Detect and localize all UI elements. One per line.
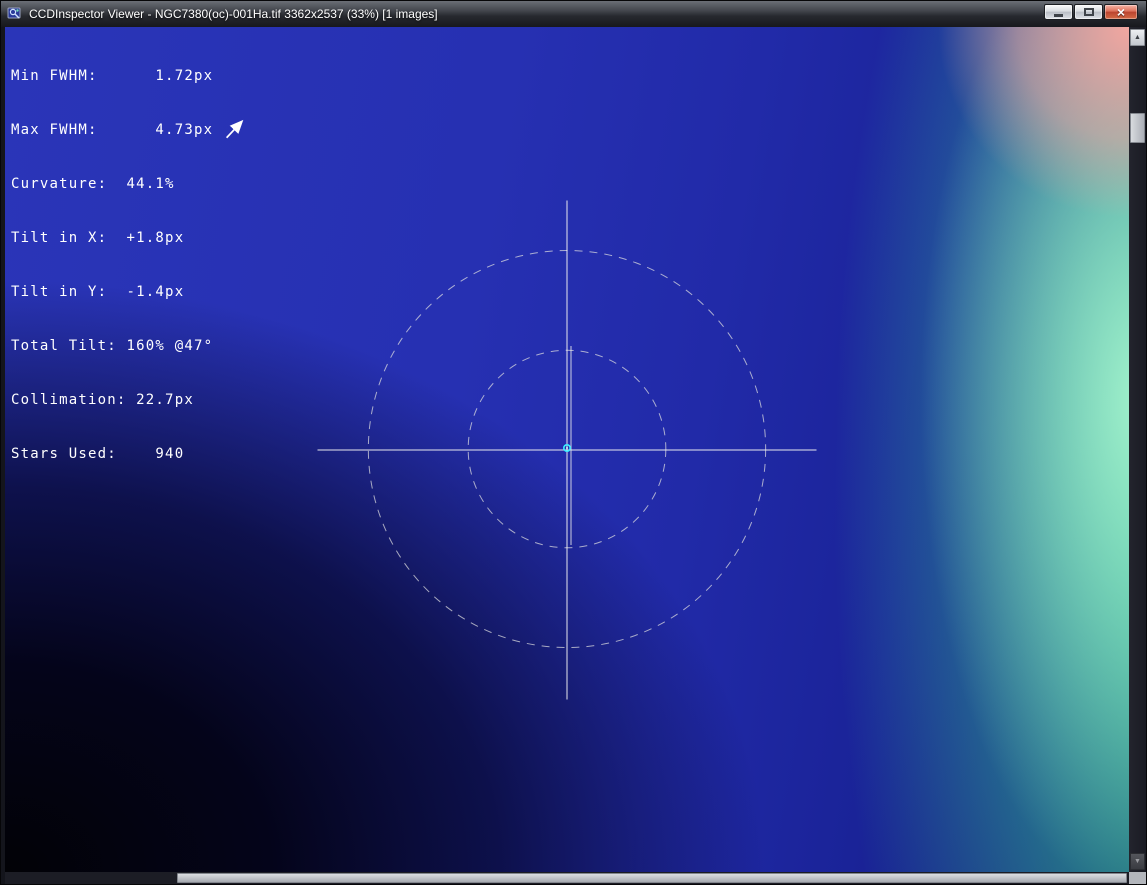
close-button[interactable]: × xyxy=(1104,4,1138,20)
close-icon: × xyxy=(1116,4,1126,20)
stat-curvature: Curvature: 44.1% xyxy=(11,176,175,192)
stat-total-tilt: Total Tilt: 160% @47° xyxy=(11,338,214,354)
maximize-button[interactable] xyxy=(1074,4,1103,20)
scroll-up-icon: ▲ xyxy=(1134,34,1141,41)
scrollbar-corner xyxy=(1129,872,1146,884)
app-window: CCDInspector Viewer - NGC7380(oc)-001Ha.… xyxy=(0,0,1147,885)
stat-collimation: Collimation: 22.7px xyxy=(11,392,194,408)
stat-tilt-y: Tilt in Y: -1.4px xyxy=(11,284,185,300)
titlebar[interactable]: CCDInspector Viewer - NGC7380(oc)-001Ha.… xyxy=(1,1,1146,27)
vertical-scrollbar[interactable]: ▲ ▼ xyxy=(1129,27,1146,872)
minimize-icon xyxy=(1054,13,1063,17)
scroll-down-button[interactable]: ▼ xyxy=(1130,853,1145,870)
horizontal-scrollbar[interactable] xyxy=(5,872,1129,884)
stats-overlay: Min FWHM: 1.72px Max FWHM: 4.73px Curvat… xyxy=(11,31,213,499)
vertical-scroll-thumb[interactable] xyxy=(1130,113,1145,143)
stat-tilt-x: Tilt in X: +1.8px xyxy=(11,230,185,246)
window-controls: × xyxy=(1044,4,1138,20)
center-marker-dot xyxy=(566,447,568,450)
stat-max-fwhm: Max FWHM: 4.73px xyxy=(11,122,214,138)
scroll-down-icon: ▼ xyxy=(1134,858,1141,865)
fwhm-map-canvas[interactable]: Min FWHM: 1.72px Max FWHM: 4.73px Curvat… xyxy=(5,27,1129,872)
scroll-up-button[interactable]: ▲ xyxy=(1130,29,1145,46)
horizontal-scroll-thumb[interactable] xyxy=(177,873,1127,883)
tilt-arrow-icon xyxy=(225,119,244,139)
window-title: CCDInspector Viewer - NGC7380(oc)-001Ha.… xyxy=(29,7,438,21)
app-icon xyxy=(7,6,23,22)
stat-stars-used: Stars Used: 940 xyxy=(11,446,185,462)
stat-min-fwhm: Min FWHM: 1.72px xyxy=(11,68,214,84)
minimize-button[interactable] xyxy=(1044,4,1073,20)
maximize-icon xyxy=(1083,8,1094,16)
window-content: Min FWHM: 1.72px Max FWHM: 4.73px Curvat… xyxy=(1,27,1146,884)
